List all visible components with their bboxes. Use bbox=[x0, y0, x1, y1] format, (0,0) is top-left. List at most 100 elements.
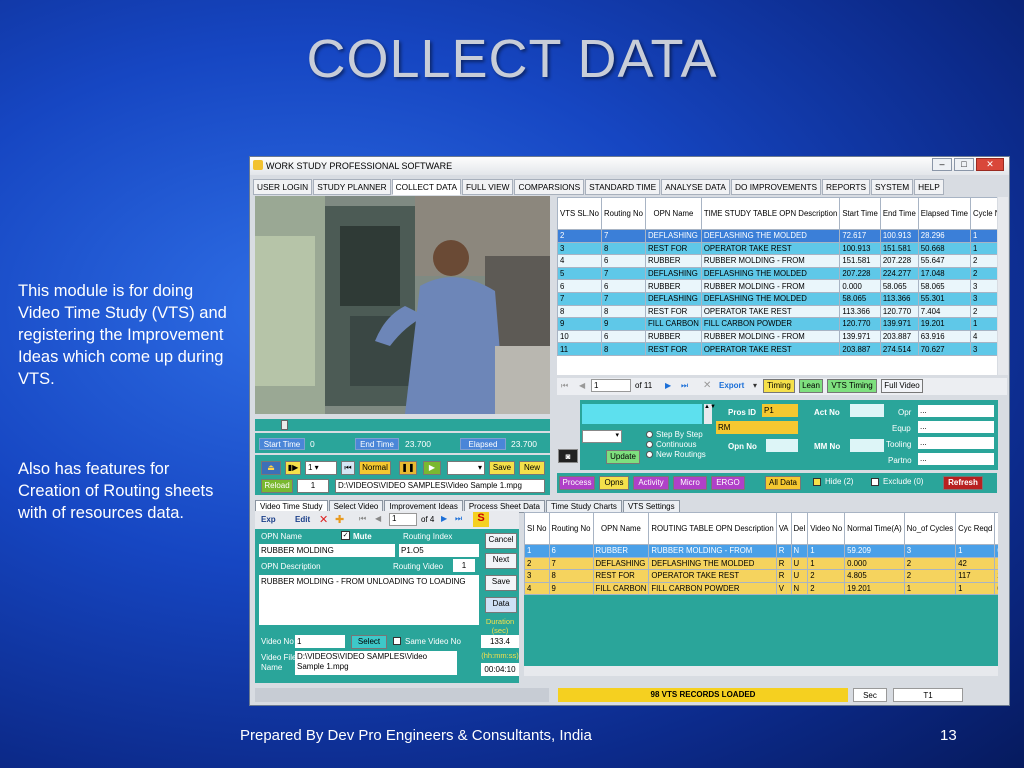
routing-table-row[interactable]: 3 8 REST FOR OPERATOR TAKE REST R U 2 4.805 2 117… bbox=[524, 569, 998, 583]
search-scroll-icon[interactable]: ▲▼ bbox=[704, 404, 716, 424]
vts-table-cell[interactable]: 7 bbox=[557, 291, 602, 306]
menu-study-planner[interactable]: STUDY PLANNER bbox=[313, 179, 391, 195]
vts-table-cell[interactable]: 55.647 bbox=[917, 254, 972, 268]
vts-table-cell[interactable]: 50.668 bbox=[917, 241, 972, 256]
routing-table-cell[interactable]: RUBBER bbox=[592, 544, 650, 558]
act-no-field[interactable] bbox=[850, 404, 884, 417]
routing-index-field[interactable]: P1.O5 bbox=[399, 544, 479, 557]
routing-header-cell[interactable]: Del bbox=[790, 512, 809, 545]
search-field[interactable] bbox=[582, 404, 702, 424]
vts-table-cell[interactable]: RUBBER MOLDING - FROM bbox=[700, 254, 841, 268]
vts-table-cell[interactable]: FILL CARBON bbox=[645, 317, 702, 331]
vts-table-cell[interactable]: 55.301 bbox=[917, 291, 972, 306]
micro-button[interactable]: Micro bbox=[673, 476, 707, 490]
vts-table-cell[interactable]: 224.277 bbox=[879, 266, 919, 281]
eject-icon[interactable]: ⏏ bbox=[261, 461, 281, 475]
new-routings-radio[interactable] bbox=[646, 451, 653, 458]
cancel-button[interactable]: Cancel bbox=[485, 533, 517, 549]
vts-table-row[interactable]: 2 7 DEFLASHING DEFLASHING THE MOLDED 72.617 1… bbox=[557, 229, 997, 243]
menu-system[interactable]: SYSTEM bbox=[871, 179, 914, 195]
export-dropdown-icon[interactable]: ▾ bbox=[753, 381, 757, 390]
routing-table-cell[interactable]: OPERATOR TAKE REST bbox=[648, 569, 777, 583]
video-player[interactable] bbox=[255, 196, 550, 414]
vts-table-cell[interactable]: REST FOR bbox=[645, 342, 702, 356]
vts-table-cell[interactable]: RUBBER bbox=[645, 279, 702, 293]
vts-table-row[interactable]: 9 9 FILL CARBON FILL CARBON POWDER 120.770 13… bbox=[557, 317, 997, 331]
routing-table-cell[interactable]: DEFLASHING THE MOLDED bbox=[648, 556, 777, 571]
routing-header-cell[interactable]: VA bbox=[775, 512, 792, 545]
vts-table-cell[interactable]: 5 bbox=[557, 266, 602, 281]
close-button[interactable]: ✕ bbox=[976, 158, 1004, 171]
routing-table-cell[interactable]: 2 bbox=[903, 556, 957, 571]
step-by-step-radio[interactable] bbox=[646, 431, 653, 438]
vts-table-cell[interactable]: 70.627 bbox=[917, 342, 972, 356]
video-path-field[interactable]: D:\VIDEOS\VIDEO SAMPLES\Video Sample 1.m… bbox=[335, 479, 545, 493]
vts-header-cell[interactable]: Routing No bbox=[600, 197, 647, 230]
next-page-icon[interactable]: ▶ bbox=[441, 514, 447, 523]
routing-table-cell[interactable]: DEFLASHING bbox=[592, 556, 650, 571]
select-button[interactable]: Select bbox=[351, 635, 387, 649]
vts-table-cell[interactable]: 2 bbox=[557, 229, 602, 243]
vts-table-cell[interactable]: 207.228 bbox=[839, 266, 881, 281]
routing-table-cell[interactable]: 2 bbox=[524, 556, 550, 571]
vts-header-cell[interactable]: Cycle No bbox=[970, 197, 997, 230]
reload-number-field[interactable]: 1 bbox=[297, 479, 329, 493]
routing-table-cell[interactable]: 3 bbox=[524, 569, 550, 583]
vts-next-icon[interactable]: ▶ bbox=[665, 381, 671, 390]
partno-field[interactable]: ... bbox=[918, 453, 994, 465]
normal-speed-button[interactable]: Normal bbox=[359, 461, 391, 475]
vts-prev-icon[interactable]: ◀ bbox=[579, 381, 585, 390]
vts-first-icon[interactable]: ⏮ bbox=[561, 381, 568, 391]
vts-header-cell[interactable]: VTS SL.No bbox=[557, 197, 602, 230]
all-data-button[interactable]: All Data bbox=[765, 476, 801, 490]
vts-table-cell[interactable]: 4 bbox=[557, 254, 602, 268]
vts-table-cell[interactable]: 58.065 bbox=[839, 291, 881, 306]
step-frame-icon[interactable]: ▮▶ bbox=[285, 461, 301, 475]
routing-table-cell[interactable]: 117 bbox=[955, 569, 996, 583]
vts-header-cell[interactable]: TIME STUDY TABLE OPN Description bbox=[700, 197, 841, 230]
routing-table-cell[interactable]: R bbox=[775, 544, 792, 558]
menu-user-login[interactable]: USER LOGIN bbox=[253, 179, 313, 195]
last-page-icon[interactable]: ⏭ bbox=[455, 514, 462, 524]
opn-name-field[interactable]: RUBBER MOLDING bbox=[259, 544, 395, 557]
menu-collect-data[interactable]: COLLECT DATA bbox=[391, 179, 461, 195]
vts-table-cell[interactable]: 6 bbox=[600, 329, 647, 344]
routing-header-cell[interactable]: Video No bbox=[807, 512, 846, 545]
vts-table-cell[interactable]: 7 bbox=[600, 266, 647, 281]
routing-header-cell[interactable]: Recs Skipped bbox=[994, 512, 998, 545]
equp-field[interactable]: ... bbox=[918, 421, 994, 433]
vts-table-cell[interactable]: 203.887 bbox=[879, 329, 919, 344]
save-button[interactable]: Save bbox=[489, 461, 515, 475]
vts-table-row[interactable]: 6 6 RUBBER RUBBER MOLDING - FROM 0.000 58.065… bbox=[557, 279, 997, 293]
vts-table-cell[interactable]: 120.770 bbox=[879, 304, 919, 319]
export-button[interactable]: Export bbox=[719, 381, 744, 390]
hide-checkbox[interactable] bbox=[813, 478, 821, 486]
opn-no-field[interactable] bbox=[766, 439, 798, 452]
vts-table-cell[interactable]: 11 bbox=[557, 342, 602, 356]
exp-button[interactable]: Exp bbox=[261, 515, 276, 524]
prev-page-icon[interactable]: ◀ bbox=[375, 514, 381, 523]
routing-header-cell[interactable]: Normal Time(A) bbox=[844, 512, 905, 545]
routing-header-cell[interactable]: OPN Name bbox=[592, 512, 650, 545]
vts-table-cell[interactable]: 1 bbox=[970, 229, 997, 243]
routing-table-cell[interactable]: 9 bbox=[548, 581, 594, 596]
vts-table-cell[interactable]: 58.065 bbox=[917, 279, 972, 293]
data-button[interactable]: Data bbox=[485, 597, 517, 613]
vts-table-cell[interactable]: DEFLASHING THE MOLDED bbox=[700, 229, 841, 243]
vts-table-cell[interactable]: 274.514 bbox=[879, 342, 919, 356]
menu-comparsions[interactable]: COMPARSIONS bbox=[514, 179, 585, 195]
activity-button[interactable]: Activity bbox=[633, 476, 669, 490]
vts-table-cell[interactable]: 113.366 bbox=[879, 291, 919, 306]
routing-table-cell[interactable]: 4.805 bbox=[844, 569, 905, 583]
tooling-field[interactable]: ... bbox=[918, 437, 994, 449]
video-no-field[interactable]: 1 bbox=[295, 635, 345, 648]
vts-table-cell[interactable]: 8 bbox=[600, 241, 647, 256]
vts-table-cell[interactable]: 151.581 bbox=[879, 241, 919, 256]
vts-header-cell[interactable]: OPN Name bbox=[645, 197, 702, 230]
vts-table-cell[interactable]: 1 bbox=[970, 317, 997, 331]
vts-table-row[interactable]: 11 8 REST FOR OPERATOR TAKE REST 203.887 274.… bbox=[557, 342, 997, 356]
menu-full-view[interactable]: FULL VIEW bbox=[461, 179, 514, 195]
vts-table-cell[interactable]: 3 bbox=[970, 342, 997, 356]
vts-table-cell[interactable]: DEFLASHING bbox=[645, 291, 702, 306]
vts-table-cell[interactable]: RUBBER MOLDING - FROM bbox=[700, 279, 841, 293]
